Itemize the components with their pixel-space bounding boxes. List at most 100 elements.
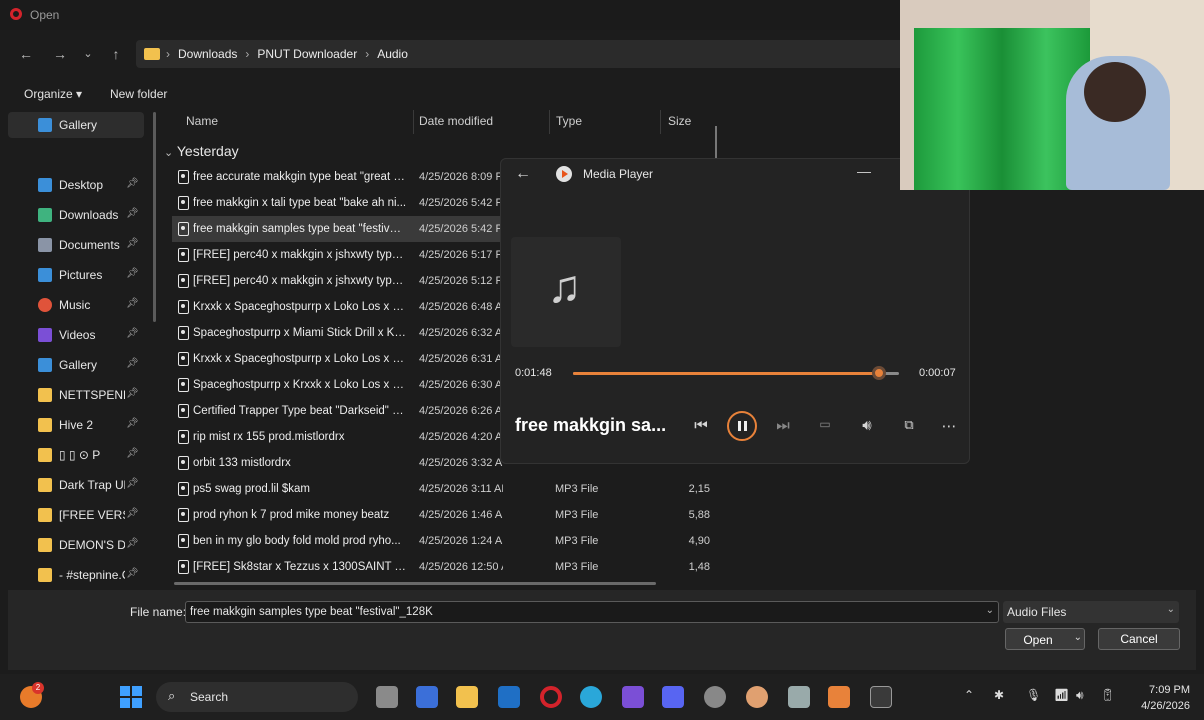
column-divider[interactable]: [413, 110, 414, 134]
sidebar-item-folder[interactable]: ▯ ▯ ⊙ P 📌︎: [8, 442, 144, 468]
column-header-type[interactable]: Type: [556, 114, 582, 128]
back-arrow-icon[interactable]: ←: [16, 44, 36, 64]
app-icon[interactable]: [704, 686, 726, 708]
file-list-scrollbar[interactable]: [715, 126, 717, 160]
file-row[interactable]: ps5 swag prod.lil $kam 4/25/2026 3:11 AM M…: [172, 476, 712, 502]
column-divider[interactable]: [549, 110, 550, 134]
file-date: 4/25/2026 5:42 P: [419, 197, 503, 209]
open-button[interactable]: Open ⌄: [1005, 628, 1085, 650]
sidebar-item-desktop[interactable]: Desktop 📌︎: [8, 172, 144, 198]
camera-icon[interactable]: [788, 686, 810, 708]
fl-studio-icon[interactable]: [828, 686, 850, 708]
horizontal-scrollbar[interactable]: [174, 582, 656, 585]
file-date: 4/25/2026 6:26 A: [419, 405, 503, 417]
column-divider[interactable]: [660, 110, 661, 134]
file-date: 4/25/2026 6:31 A: [419, 353, 503, 365]
file-name: ben in my glo body fold mold prod ryho..…: [193, 535, 401, 547]
clipchamp-icon[interactable]: [622, 686, 644, 708]
breadcrumb-pnut-downloader[interactable]: PNUT Downloader: [257, 47, 357, 61]
avatar-app-icon[interactable]: [746, 686, 768, 708]
file-row[interactable]: ben in my glo body fold mold prod ryho..…: [172, 528, 712, 554]
organize-button[interactable]: Organize ▾: [24, 87, 82, 101]
chevron-up-icon[interactable]: ⌃: [964, 688, 974, 702]
sidebar-item-downloads[interactable]: Downloads 📌︎: [8, 202, 144, 228]
address-bar[interactable]: › Downloads › PNUT Downloader › Audio: [136, 40, 900, 68]
opera-icon[interactable]: [540, 686, 562, 708]
discord-icon[interactable]: [662, 686, 684, 708]
task-view-icon[interactable]: [376, 686, 398, 708]
seek-bar[interactable]: [573, 366, 899, 380]
desktop-icon: [38, 178, 52, 192]
dialog-footer: File name: free makkgin samples type bea…: [8, 590, 1196, 670]
more-options-icon[interactable]: ⋯: [937, 417, 961, 435]
sidebar-scrollbar[interactable]: [153, 112, 156, 322]
minimize-icon[interactable]: —: [857, 163, 871, 179]
sidebar-item-hive-2[interactable]: Hive 2 📌︎: [8, 412, 144, 438]
sidebar-item-nettspend[interactable]: NETTSPEND 📌︎: [8, 382, 144, 408]
sidebar-item-label: Pictures: [59, 268, 103, 282]
clock-time: 7:09 PM: [1149, 684, 1190, 696]
pin-icon: 📌︎: [126, 508, 139, 519]
outlook-icon[interactable]: [498, 686, 520, 708]
wifi-icon[interactable]: 📶︎: [1054, 688, 1069, 702]
music-note-icon: ♫: [547, 260, 582, 312]
file-date: 4/25/2026 5:12 P: [419, 275, 503, 287]
new-folder-button[interactable]: New folder: [110, 87, 167, 101]
column-header-date[interactable]: Date modified: [419, 114, 493, 128]
up-arrow-icon[interactable]: ↑: [106, 44, 126, 64]
audio-file-icon: [178, 196, 189, 210]
group-header-yesterday[interactable]: ⌄ Yesterday: [164, 143, 239, 159]
recent-locations-chevron-icon[interactable]: ⌄: [78, 44, 98, 64]
edge-icon[interactable]: [580, 686, 602, 708]
sidebar-item-label: - #stepnine.C: [59, 568, 125, 582]
file-date: 4/25/2026 1:46 AM: [419, 509, 503, 521]
mini-player-icon[interactable]: ⧉: [897, 417, 921, 433]
pause-button[interactable]: [727, 411, 757, 441]
sidebar-item-gallery[interactable]: Gallery: [8, 112, 144, 138]
pin-icon: 📌︎: [126, 418, 139, 429]
chevron-down-icon[interactable]: ⌄: [1074, 632, 1082, 643]
battery-icon[interactable]: 🔋︎: [1100, 688, 1115, 702]
microphone-icon[interactable]: 🎙︎: [1026, 688, 1041, 702]
next-track-icon[interactable]: ⏭︎: [771, 417, 795, 434]
copilot-icon[interactable]: [416, 686, 438, 708]
seek-bar-thumb[interactable]: [872, 366, 887, 380]
folder-icon: [38, 478, 52, 492]
sidebar-item-pictures[interactable]: Pictures 📌︎: [8, 262, 144, 288]
file-type-filter[interactable]: Audio Files ⌄: [1003, 601, 1179, 623]
sidebar-item-documents[interactable]: Documents 📌︎: [8, 232, 144, 258]
file-date: 4/25/2026 5:17 P: [419, 249, 503, 261]
sidebar-item-demons[interactable]: DEMON'S DF 📌︎: [8, 532, 144, 558]
previous-track-icon[interactable]: ⏮︎: [689, 417, 713, 434]
clock[interactable]: 7:09 PM 4/26/2026: [1132, 682, 1190, 714]
file-name: Krxxk x Spaceghostpurrp x Loko Los x BM.…: [193, 353, 407, 365]
column-header-name[interactable]: Name: [186, 114, 218, 128]
audio-file-icon: [178, 456, 189, 470]
sidebar-item-videos[interactable]: Videos 📌︎: [8, 322, 144, 348]
breadcrumb-downloads[interactable]: Downloads: [178, 47, 237, 61]
file-name: free makkgin samples type beat "festival…: [193, 223, 407, 235]
speaker-icon[interactable]: 🔊︎: [1076, 688, 1084, 703]
sidebar-item-dark-trap[interactable]: Dark Trap Ult 📌︎: [8, 472, 144, 498]
file-name-input[interactable]: free makkgin samples type beat "festival…: [185, 601, 999, 623]
sidebar-item-label: NETTSPEND: [59, 388, 125, 402]
forward-arrow-icon[interactable]: →: [50, 44, 70, 64]
back-arrow-icon[interactable]: ←: [515, 165, 531, 183]
start-button[interactable]: [120, 686, 142, 708]
taskbar-search[interactable]: ⌕ Search: [156, 682, 358, 712]
sidebar-item-music[interactable]: Music 📌︎: [8, 292, 144, 318]
volume-icon[interactable]: 🔊︎: [855, 417, 879, 434]
column-header-size[interactable]: Size: [668, 114, 691, 128]
cancel-button[interactable]: Cancel: [1098, 628, 1180, 650]
file-row[interactable]: prod ryhon k 7 prod mike money beatz 4/25…: [172, 502, 712, 528]
tray-app-icon[interactable]: ✱: [994, 688, 1004, 702]
chevron-down-icon[interactable]: ⌄: [986, 605, 994, 616]
file-row[interactable]: [FREE] Sk8star x Tezzus x 1300SAINT Type…: [172, 554, 712, 580]
media-player-taskbar-icon[interactable]: [870, 686, 892, 708]
sidebar-item-free-version[interactable]: [FREE VERSIC 📌︎: [8, 502, 144, 528]
file-explorer-icon[interactable]: [456, 686, 478, 708]
subtitles-icon[interactable]: ▭: [813, 417, 837, 431]
sidebar-item-stepnine[interactable]: - #stepnine.C 📌︎: [8, 562, 144, 588]
breadcrumb-audio[interactable]: Audio: [377, 47, 408, 61]
sidebar-item-gallery-2[interactable]: Gallery 📌︎: [8, 352, 144, 378]
